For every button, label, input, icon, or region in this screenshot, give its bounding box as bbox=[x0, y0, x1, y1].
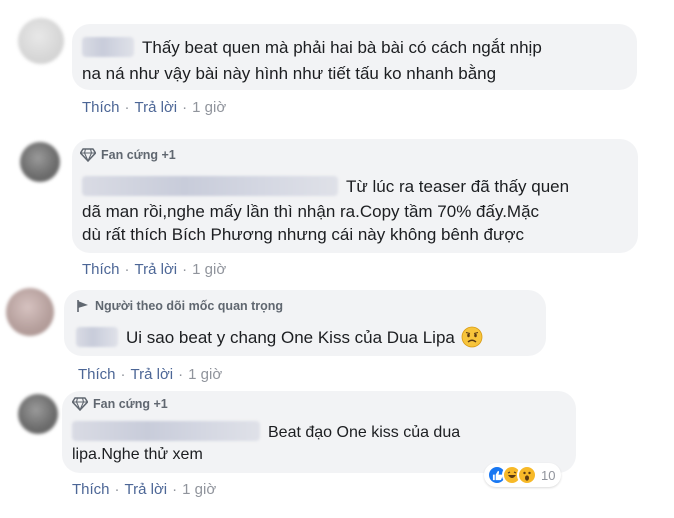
comment-text-line-2: na ná như vậy bài này hình như tiết tấu … bbox=[82, 64, 497, 83]
timestamp[interactable]: 1 giờ bbox=[188, 366, 222, 383]
like-link[interactable]: Thích bbox=[78, 366, 116, 383]
comment-actions: Thích · Trả lời · 1 giờ bbox=[82, 99, 226, 116]
badge[interactable]: Người theo dõi mốc quan trọng bbox=[76, 299, 283, 313]
comment-text-line-3: dù rất thích Bích Phương nhưng cái này k… bbox=[82, 225, 525, 244]
diamond-icon bbox=[72, 397, 88, 411]
separator: · bbox=[114, 481, 120, 498]
author-name-blurred[interactable] bbox=[72, 420, 260, 441]
comment-text: Từ lúc ra teaser đã thấy quen bbox=[82, 174, 569, 200]
like-link[interactable]: Thích bbox=[82, 99, 120, 116]
avatar[interactable] bbox=[18, 394, 58, 434]
comment-actions: Thích · Trả lời · 1 giờ bbox=[82, 261, 226, 278]
like-link[interactable]: Thích bbox=[72, 481, 110, 498]
avatar[interactable] bbox=[20, 142, 60, 182]
avatar[interactable] bbox=[18, 18, 64, 64]
author-name-blurred[interactable] bbox=[76, 326, 118, 347]
comment-actions: Thích · Trả lời · 1 giờ bbox=[72, 481, 216, 498]
reply-link[interactable]: Trả lời bbox=[135, 99, 178, 116]
separator: · bbox=[172, 481, 178, 498]
author-name-blurred[interactable] bbox=[82, 175, 338, 196]
separator: · bbox=[124, 99, 130, 116]
author-name-blurred[interactable] bbox=[82, 36, 134, 57]
comment-text-line-2: lipa.Nghe thử xem bbox=[72, 446, 203, 463]
comment-text: Ui sao beat y chang One Kiss của Dua Lip… bbox=[76, 325, 483, 351]
separator: · bbox=[178, 366, 184, 383]
diamond-icon bbox=[80, 148, 96, 162]
like-link[interactable]: Thích bbox=[82, 261, 120, 278]
separator: · bbox=[182, 99, 188, 116]
reply-link[interactable]: Trả lời bbox=[125, 481, 168, 498]
timestamp[interactable]: 1 giờ bbox=[192, 261, 226, 278]
reaction-count: 10 bbox=[541, 467, 556, 483]
separator: · bbox=[120, 366, 126, 383]
wow-icon bbox=[517, 465, 537, 485]
comment-actions: Thích · Trả lời · 1 giờ bbox=[78, 366, 222, 383]
reply-link[interactable]: Trả lời bbox=[131, 366, 174, 383]
timestamp[interactable]: 1 giờ bbox=[192, 99, 226, 116]
badge-label: Người theo dõi mốc quan trọng bbox=[95, 299, 284, 313]
flag-icon bbox=[77, 300, 88, 312]
timestamp[interactable]: 1 giờ bbox=[182, 481, 216, 498]
badge[interactable]: Fan cứng +1 bbox=[72, 397, 168, 411]
badge-label: Fan cứng +1 bbox=[101, 148, 176, 162]
reply-link[interactable]: Trả lời bbox=[135, 261, 178, 278]
worried-face-icon bbox=[461, 326, 483, 347]
comment-text: Thấy beat quen mà phải hai bà bài có các… bbox=[82, 35, 542, 61]
separator: · bbox=[124, 261, 130, 278]
badge-label: Fan cứng +1 bbox=[93, 397, 168, 411]
badge[interactable]: Fan cứng +1 bbox=[80, 148, 176, 162]
avatar[interactable] bbox=[6, 288, 54, 336]
separator: · bbox=[182, 261, 188, 278]
reactions-summary[interactable]: 10 bbox=[484, 463, 562, 487]
